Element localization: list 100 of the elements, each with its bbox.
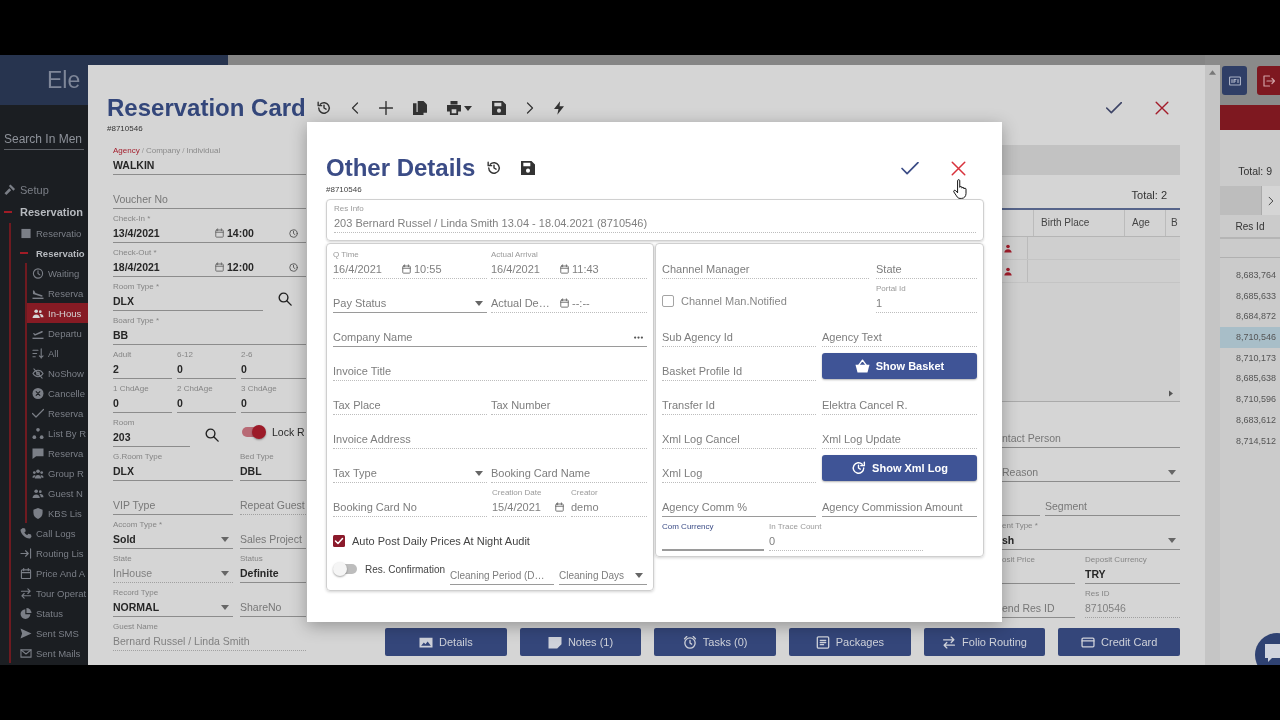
option-link[interactable]: Agency: [113, 146, 140, 156]
text-field[interactable]: VIP Type: [113, 483, 233, 517]
toolbar-button[interactable]: [1222, 66, 1247, 95]
caret-icon[interactable]: [1168, 537, 1176, 543]
option-link[interactable]: Individual: [186, 146, 221, 156]
menu-item[interactable]: Call Logs: [11, 523, 88, 543]
table-row[interactable]: 8,683,764: [1220, 265, 1280, 286]
table-row[interactable]: 8,710,546: [1220, 327, 1280, 348]
table-row[interactable]: 8,684,872: [1220, 306, 1280, 328]
menu-item[interactable]: Setup: [0, 179, 88, 200]
menu-item[interactable]: Reservation: [0, 200, 88, 223]
column-header[interactable]: Res Id: [1220, 217, 1280, 239]
menu-item[interactable]: List By R: [27, 423, 88, 443]
option-link[interactable]: Company: [145, 146, 181, 156]
text-field[interactable]: Agency Comm %: [662, 485, 816, 519]
close-icon[interactable]: [1155, 101, 1169, 115]
text-field[interactable]: Agency Commission Amount: [822, 485, 977, 519]
history-icon[interactable]: [316, 101, 331, 115]
table-row[interactable]: 8,710,596: [1220, 389, 1280, 410]
toggle-switch[interactable]: [240, 425, 266, 439]
check-icon[interactable]: [901, 161, 919, 175]
calendar-icon[interactable]: [215, 228, 224, 238]
menu-item[interactable]: Tour Operat: [11, 583, 88, 603]
menu-item[interactable]: Reservatio: [11, 223, 88, 243]
menu-item[interactable]: Sent Mails: [11, 643, 88, 663]
tab-button[interactable]: Folio Routing: [923, 628, 1046, 656]
caret-icon[interactable]: [635, 572, 643, 578]
table-row[interactable]: 8,710,173: [1220, 347, 1280, 369]
menu-item[interactable]: KBS Lis: [27, 503, 88, 523]
menu-item[interactable]: Reserva: [27, 283, 88, 303]
text-field[interactable]: Board Type * BB: [113, 313, 306, 347]
caret-icon[interactable]: [221, 536, 229, 542]
history-icon[interactable]: [487, 161, 502, 175]
text-field[interactable]: Company Name: [333, 315, 647, 349]
text-field[interactable]: Adult 2: [113, 347, 172, 381]
bolt-icon[interactable]: [553, 101, 564, 115]
tab-button[interactable]: Packages: [789, 628, 911, 656]
date-time-field[interactable]: Check-In * 13/4/2021 14:00: [113, 211, 306, 245]
column-header[interactable]: B: [1166, 210, 1180, 236]
tab-button[interactable]: Credit Card: [1058, 628, 1181, 656]
dropdown-field[interactable]: ent Type * sh: [1002, 518, 1180, 552]
column-header[interactable]: Age: [1125, 210, 1166, 236]
calendar-icon[interactable]: [215, 262, 224, 272]
table-row[interactable]: 8,685,638: [1220, 368, 1280, 390]
dropdown-field[interactable]: Pay Status: [333, 281, 487, 315]
plus-icon[interactable]: [378, 101, 393, 115]
text-field[interactable]: 6-12 0: [177, 347, 236, 381]
copy-icon[interactable]: [412, 101, 427, 115]
text-field[interactable]: Cleaning Period (D…: [450, 553, 554, 587]
menu-item[interactable]: Waiting: [27, 263, 88, 283]
menu-item[interactable]: Guest N: [27, 483, 88, 503]
toolbar-button[interactable]: [1257, 66, 1280, 95]
text-field[interactable]: Sales Project: [240, 517, 306, 551]
menu-item[interactable]: Sent SMS: [11, 623, 88, 643]
close-icon[interactable]: [951, 160, 966, 176]
menu-item[interactable]: Routing Lis: [11, 543, 88, 563]
save-icon[interactable]: [491, 101, 506, 115]
triangle-up-icon[interactable]: [1209, 70, 1216, 75]
text-field[interactable]: Bed Type DBL: [240, 449, 306, 483]
text-field[interactable]: Com Currency: [662, 519, 764, 553]
text-field[interactable]: ShareNo: [240, 585, 306, 619]
text-field[interactable]: 1 ChdAge 0: [113, 381, 172, 415]
save-icon[interactable]: [521, 161, 536, 175]
more-icon[interactable]: [634, 335, 643, 339]
menu-item[interactable]: Group R: [27, 463, 88, 483]
column-header[interactable]: Birth Place: [1034, 210, 1125, 236]
clock-icon[interactable]: [289, 262, 298, 272]
text-field[interactable]: 3 ChdAge 0: [241, 381, 306, 415]
date-time-field[interactable]: Check-Out * 18/4/2021 12:00: [113, 245, 306, 279]
text-field[interactable]: Room Type * DLX: [113, 279, 263, 313]
triangle-right-icon[interactable]: [1169, 389, 1173, 397]
menu-item[interactable]: NoShow: [27, 363, 88, 383]
text-field[interactable]: Voucher No: [113, 177, 306, 211]
table-row[interactable]: 8,685,633: [1220, 285, 1280, 307]
caret-icon[interactable]: [1168, 469, 1176, 475]
tab-button[interactable]: Notes (1): [519, 628, 642, 656]
text-field[interactable]: Agency / Company / Individual WALKIN: [113, 143, 306, 177]
dropdown-field[interactable]: Accom Type * Sold: [113, 517, 233, 551]
tab-button[interactable]: Tasks (0): [654, 628, 776, 656]
search-field[interactable]: Search In Men: [4, 130, 84, 150]
menu-item[interactable]: Reservatio: [11, 243, 88, 263]
caret-icon[interactable]: [463, 105, 472, 111]
chevron-right-icon[interactable]: [525, 101, 534, 115]
dropdown-field[interactable]: Record Type NORMAL: [113, 585, 233, 619]
text-field[interactable]: 2-6 0: [241, 347, 306, 381]
dropdown-field[interactable]: Reason: [1002, 450, 1180, 484]
text-field[interactable]: G.Room Type DLX: [113, 449, 233, 483]
scrollbar[interactable]: [1205, 65, 1220, 665]
menu-item[interactable]: Price And A: [11, 563, 88, 583]
check-icon[interactable]: [1106, 102, 1122, 114]
dropdown-field[interactable]: Cleaning Days: [559, 553, 647, 587]
action-button[interactable]: Show Basket: [822, 353, 977, 379]
chevron-left-icon[interactable]: [350, 101, 359, 115]
text-field[interactable]: Status Definite: [240, 551, 306, 585]
action-button[interactable]: Show Xml Log: [822, 455, 977, 481]
menu-item[interactable]: In-Hous: [27, 303, 88, 323]
toggle-switch[interactable]: [333, 562, 359, 576]
text-field[interactable]: Deposit Currency TRY: [1085, 552, 1180, 586]
table-row[interactable]: 8,714,512: [1220, 430, 1280, 452]
menu-item[interactable]: Status: [11, 603, 88, 623]
